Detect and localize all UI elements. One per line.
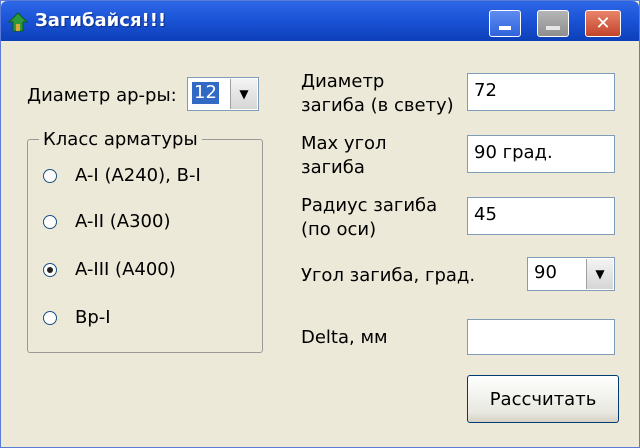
maximize-button[interactable] [537, 10, 569, 37]
radio-a-ii[interactable]: A-II (A300) [43, 211, 170, 233]
radio-bp-i[interactable]: Bp-I [43, 307, 111, 329]
close-icon: ✕ [595, 12, 611, 34]
house-arrow-icon [7, 12, 29, 32]
diameter-bar-select[interactable]: 12 ▼ [187, 77, 259, 111]
radio-a-i[interactable]: A-I (A240), B-I [43, 165, 201, 187]
bend-radius-label-line1: Радиус загиба [301, 195, 438, 216]
maximize-icon [546, 25, 560, 30]
chevron-down-icon[interactable]: ▼ [586, 259, 613, 289]
radio-circle[interactable] [43, 263, 57, 277]
max-angle-field[interactable]: 90 град. [467, 135, 615, 173]
radio-circle[interactable] [43, 215, 57, 229]
diameter-bar-label: Диаметр ар-ры: [27, 85, 177, 106]
radio-circle[interactable] [43, 169, 57, 183]
bend-diameter-label-line1: Диаметр [301, 71, 385, 92]
radio-label: A-I (A240), B-I [75, 165, 201, 186]
title-bar[interactable]: Загибайся!!! ✕ [1, 1, 639, 41]
bend-diameter-label-line2: загиба (в свету) [301, 95, 454, 116]
radio-label: A-II (A300) [75, 211, 171, 232]
delta-field[interactable] [467, 319, 615, 355]
max-angle-label-line1: Max угол [301, 133, 387, 154]
calculate-button[interactable]: Расcчитать [467, 375, 619, 423]
diameter-bar-value: 12 [192, 82, 219, 104]
radio-a-iii[interactable]: A-III (A400) [43, 259, 176, 281]
bend-radius-label-line2: (по оси) [301, 219, 377, 240]
rebar-class-title: Класс арматуры [39, 129, 202, 151]
bend-angle-value: 90 [534, 262, 557, 283]
radio-selected-dot [47, 267, 53, 273]
app-window: Загибайся!!! ✕ Диаметр ар-ры: 12 ▼ Класс… [0, 0, 640, 448]
chevron-down-icon[interactable]: ▼ [230, 79, 257, 109]
radio-label: A-III (A400) [75, 259, 176, 280]
close-button[interactable]: ✕ [585, 10, 621, 37]
bend-radius-field[interactable]: 45 [467, 197, 615, 235]
window-title: Загибайся!!! [35, 10, 167, 31]
max-angle-label-line2: загиба [301, 157, 365, 178]
bend-angle-select[interactable]: 90 ▼ [527, 257, 615, 291]
bend-diameter-field[interactable]: 72 [467, 73, 615, 111]
bend-angle-label: Угол загиба, град. [301, 265, 476, 286]
radio-label: Bp-I [75, 307, 111, 328]
minimize-button[interactable] [489, 10, 521, 37]
minimize-icon [499, 25, 511, 30]
radio-circle[interactable] [43, 311, 57, 325]
delta-label: Delta, мм [301, 327, 388, 348]
